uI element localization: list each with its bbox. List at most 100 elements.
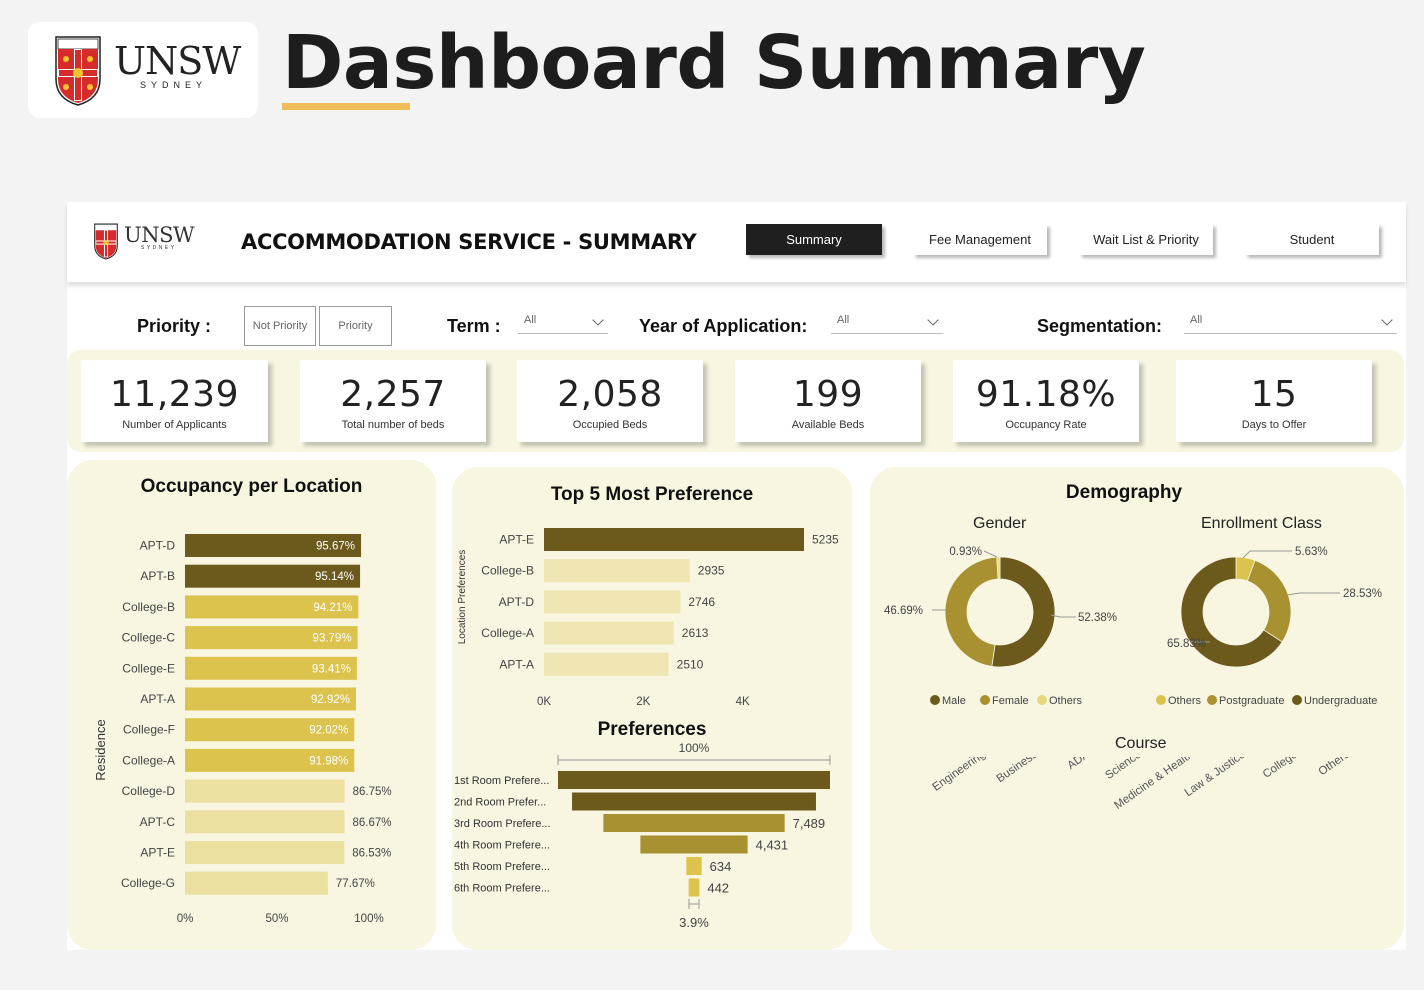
occupancy-data-label: 92.92% (311, 694, 350, 706)
report-logo-wordmark: UNSW (124, 223, 195, 247)
term-value: All (524, 314, 537, 326)
funnel-category-label: 4th Room Prefere... (454, 840, 550, 852)
occupancy-data-label: 93.41% (312, 663, 351, 675)
top5-category-label: College-B (481, 564, 534, 578)
donut-data-label: 65.83% (1167, 638, 1206, 650)
occupancy-category-label: APT-B (140, 569, 175, 583)
course-category-label: Others (1317, 757, 1352, 778)
occupancy-category-label: College-G (121, 876, 175, 890)
legend-marker (980, 695, 990, 705)
occupancy-data-label: 93.79% (313, 633, 352, 645)
course-chart-title: Course (1115, 735, 1167, 752)
funnel-bar (640, 835, 748, 854)
legend-label: Male (942, 695, 966, 707)
occupancy-data-label: 86.75% (353, 786, 392, 798)
top5-x-tick: 4K (736, 696, 750, 708)
top5-bar (544, 528, 804, 551)
occupancy-category-label: College-D (122, 784, 176, 798)
kpi-band: 11,239 Number of Applicants 2,257 Total … (67, 350, 1404, 452)
funnel-top-label: 100% (679, 741, 710, 755)
top5-category-label: College-A (481, 626, 534, 640)
gender-chart-title: Gender (973, 515, 1027, 532)
demography-title: Demography (1065, 482, 1183, 503)
legend-marker (1207, 695, 1217, 705)
demography-panel: Demography Gender Enrollment Class Cours… (870, 467, 1404, 950)
kpi-value: 2,257 (340, 374, 446, 415)
priority-label: Priority : (137, 316, 212, 336)
course-category-label: College (1261, 757, 1300, 781)
occupancy-panel: Occupancy per Location Residence APT-D 95.… (67, 460, 436, 950)
occupancy-category-label: College-A (122, 753, 175, 767)
nav-summary-button[interactable]: Summary (746, 224, 882, 255)
kpi-label: Occupied Beds (572, 419, 648, 431)
chevron-down-icon (592, 314, 604, 326)
top5-data-label: 2510 (677, 657, 704, 671)
kpi-value: 15 (1250, 374, 1298, 415)
occupancy-data-label: 92.02% (309, 725, 348, 737)
legend-marker (1156, 695, 1166, 705)
preference-panel: Top 5 Most Preference Preferences Locati… (452, 467, 852, 950)
course-category-label: Engineering (931, 757, 988, 794)
occupancy-bar (185, 779, 345, 803)
nav-wait-list-button[interactable]: Wait List & Priority (1079, 224, 1213, 255)
unsw-crest-icon (55, 36, 101, 106)
chevron-down-icon (1381, 314, 1393, 326)
occupancy-data-label: 86.53% (352, 848, 391, 860)
logo-subword: SYDNEY (140, 80, 208, 90)
occupancy-y-axis-title: Residence (93, 719, 108, 780)
donut-data-label: 46.69% (884, 605, 923, 617)
title-underline (282, 103, 410, 110)
occupancy-data-label: 86.67% (352, 817, 391, 829)
not-priority-button[interactable]: Not Priority (244, 306, 316, 346)
kpi-label: Available Beds (791, 419, 865, 431)
funnel-data-label: 634 (710, 859, 732, 874)
occupancy-category-label: College-F (123, 723, 175, 737)
kpi-card-available-beds: 199 Available Beds (735, 360, 921, 442)
occupancy-category-label: APT-C (140, 815, 176, 829)
year-value: All (837, 314, 850, 326)
kpi-value: 11,239 (110, 374, 239, 415)
course-category-label: Business (995, 757, 1040, 785)
filter-bar: Priority : Not Priority Priority Term : … (67, 302, 1406, 352)
priority-button[interactable]: Priority (319, 306, 392, 346)
top5-data-label: 2935 (698, 564, 725, 578)
term-label: Term : (447, 316, 501, 336)
funnel-bar (603, 814, 785, 832)
occupancy-x-tick: 50% (265, 913, 288, 925)
kpi-value: 199 (792, 374, 864, 415)
donut-slice (991, 556, 1056, 668)
funnel-data-label: 442 (707, 881, 729, 896)
course-chart: 0K2K4K3547Engineering2208Business1486ADA… (931, 757, 1352, 812)
occupancy-bar (185, 810, 345, 834)
nav-fee-management-button[interactable]: Fee Management (913, 224, 1047, 255)
term-dropdown[interactable]: All (518, 310, 608, 334)
donut-data-label: 0.93% (949, 546, 982, 558)
occupancy-category-label: College-C (122, 631, 176, 645)
occupancy-x-tick: 100% (354, 913, 383, 925)
kpi-value: 91.18% (975, 374, 1117, 415)
top5-bar (544, 621, 674, 645)
kpi-label: Total number of beds (341, 419, 445, 431)
report-title: ACCOMMODATION SERVICE - SUMMARY (241, 230, 697, 254)
enrollment-donut-chart: 5.63% 28.53% 65.83% Others Postgraduate Under… (1156, 546, 1382, 707)
segmentation-dropdown[interactable]: All (1184, 310, 1397, 334)
unsw-logo-card: UNSW SYDNEY (28, 22, 258, 118)
gender-donut-chart: 52.38% 46.69% 0.93% Male Female Others (884, 546, 1117, 707)
unsw-crest-small-icon (94, 223, 118, 260)
funnel-bar (558, 771, 830, 789)
segmentation-value: All (1190, 314, 1203, 326)
donut-data-label: 28.53% (1343, 588, 1382, 600)
top5-bar (544, 559, 690, 583)
year-dropdown[interactable]: All (831, 310, 943, 334)
legend-label: Postgraduate (1219, 695, 1284, 707)
kpi-card-occupancy-rate: 91.18% Occupancy Rate (953, 360, 1139, 442)
funnel-bar (686, 857, 702, 875)
funnel-category-label: 5th Room Prefere... (454, 861, 550, 873)
top5-y-axis-title: Location Preferences (457, 550, 468, 645)
funnel-category-label: 1st Room Prefere... (454, 775, 549, 787)
donut-data-label: 5.63% (1295, 546, 1328, 558)
legend-label: Female (992, 695, 1029, 707)
occupancy-x-tick: 0% (177, 913, 194, 925)
nav-student-button[interactable]: Student (1245, 224, 1379, 255)
funnel-bottom-label: 3.9% (679, 915, 709, 930)
